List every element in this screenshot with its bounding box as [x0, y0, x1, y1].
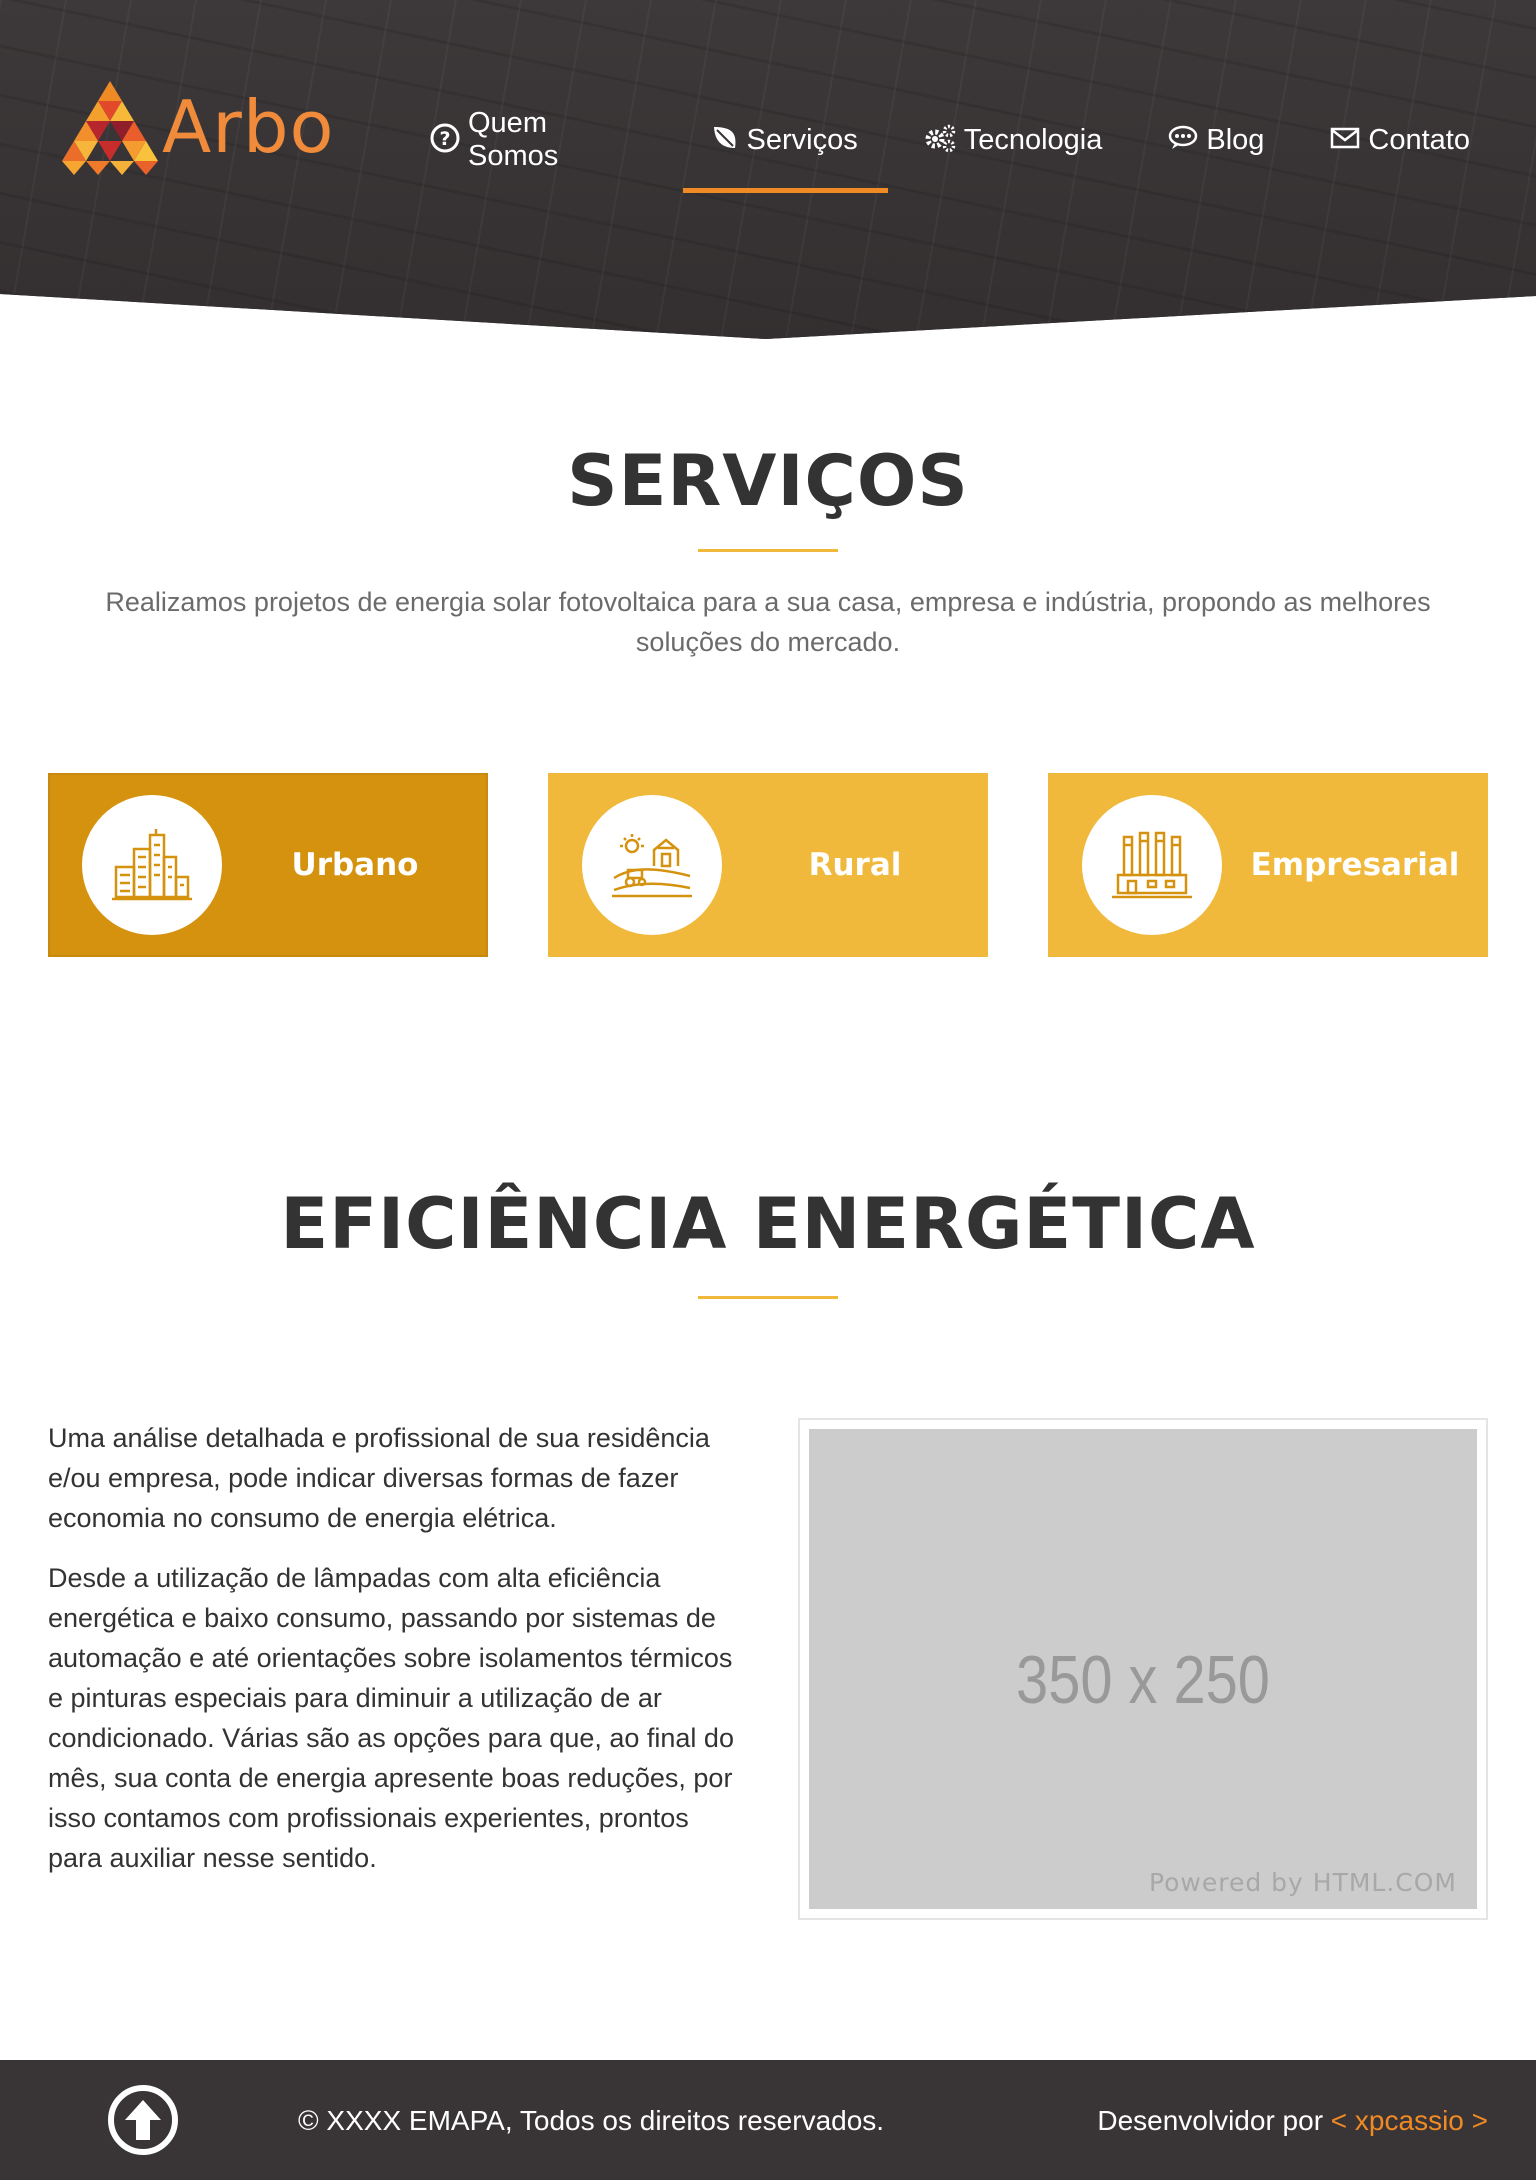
question-circle-icon: ?: [430, 123, 460, 157]
main-nav: ? Quem Somos Serviços Tecnologia Blog Co…: [430, 107, 1536, 193]
nav-item-servicos[interactable]: Serviços: [682, 110, 888, 193]
card-empresarial[interactable]: Empresarial: [1048, 773, 1488, 957]
placeholder-powered-by: Powered by HTML.COM: [1148, 1868, 1457, 1897]
servicos-intro: Realizamos projetos de energia solar fot…: [105, 587, 1431, 657]
developer-credit: Desenvolvidor por < xpcassio >: [1097, 2105, 1488, 2137]
nav-label: Contato: [1368, 123, 1470, 156]
title-underline: [698, 1296, 838, 1299]
city-buildings-icon: [112, 829, 192, 901]
envelope-icon: [1330, 126, 1360, 154]
cogs-icon: [924, 124, 956, 156]
nav-item-tecnologia[interactable]: Tecnologia: [924, 110, 1103, 170]
section-title-servicos: SERVIÇOS: [567, 440, 969, 522]
comment-dots-icon: [1168, 125, 1198, 155]
developer-prefix: Desenvolvidor por: [1097, 2105, 1324, 2136]
developer-link[interactable]: < xpcassio >: [1331, 2105, 1488, 2136]
factory-icon: [1112, 831, 1192, 899]
copyright-text: © XXXX EMAPA, Todos os direitos reservad…: [298, 2105, 885, 2136]
paragraph: Desde a utilização de lâmpadas com alta …: [48, 1563, 734, 1873]
site-footer: © XXXX EMAPA, Todos os direitos reservad…: [0, 2060, 1536, 2180]
placeholder-image: 350 x 250 Powered by HTML.COM: [809, 1429, 1477, 1909]
svg-text:?: ?: [439, 128, 450, 150]
card-label: Urbano: [291, 847, 419, 883]
card-icon-circle: [582, 795, 722, 935]
title-underline: [698, 549, 838, 552]
logo[interactable]: Arbo: [62, 74, 335, 180]
nav-label: Quem Somos: [468, 107, 559, 172]
nav-item-contato[interactable]: Contato: [1330, 110, 1470, 170]
service-cards: Urbano Rural Empresarial: [48, 773, 1488, 957]
nav-label: Blog: [1206, 123, 1265, 156]
farm-barn-icon: [612, 834, 692, 898]
card-label: Empresarial: [1250, 847, 1460, 883]
nav-label: Tecnologia: [963, 123, 1103, 156]
section-title-eficiencia: EFICIÊNCIA ENERGÉTICA: [280, 1183, 1256, 1265]
nav-item-blog[interactable]: Blog: [1168, 110, 1264, 170]
arrow-up-circle-icon: [108, 2085, 178, 2155]
leaf-icon: [711, 124, 739, 156]
card-icon-circle: [1082, 795, 1222, 935]
card-label: Rural: [808, 847, 902, 883]
nav-label: Serviços: [746, 123, 858, 156]
nav-item-quem-somos[interactable]: ? Quem Somos: [430, 107, 645, 172]
placeholder-dimensions: 350 x 250: [1016, 1642, 1270, 1718]
placeholder-image-frame: 350 x 250 Powered by HTML.COM: [798, 1418, 1488, 1920]
logo-text: Arbo: [162, 85, 335, 169]
back-to-top-button[interactable]: [107, 2084, 179, 2156]
site-header: Arbo ? Quem Somos Serviços Tecnologia Bl…: [0, 0, 1536, 339]
card-rural[interactable]: Rural: [548, 773, 988, 957]
eficiencia-text: Uma análise detalhada e profissional de …: [48, 1418, 748, 1898]
paragraph: Uma análise detalhada e profissional de …: [48, 1423, 710, 1533]
card-urbano[interactable]: Urbano: [48, 773, 488, 957]
card-icon-circle: [82, 795, 222, 935]
logo-triangle-icon: [62, 81, 158, 175]
